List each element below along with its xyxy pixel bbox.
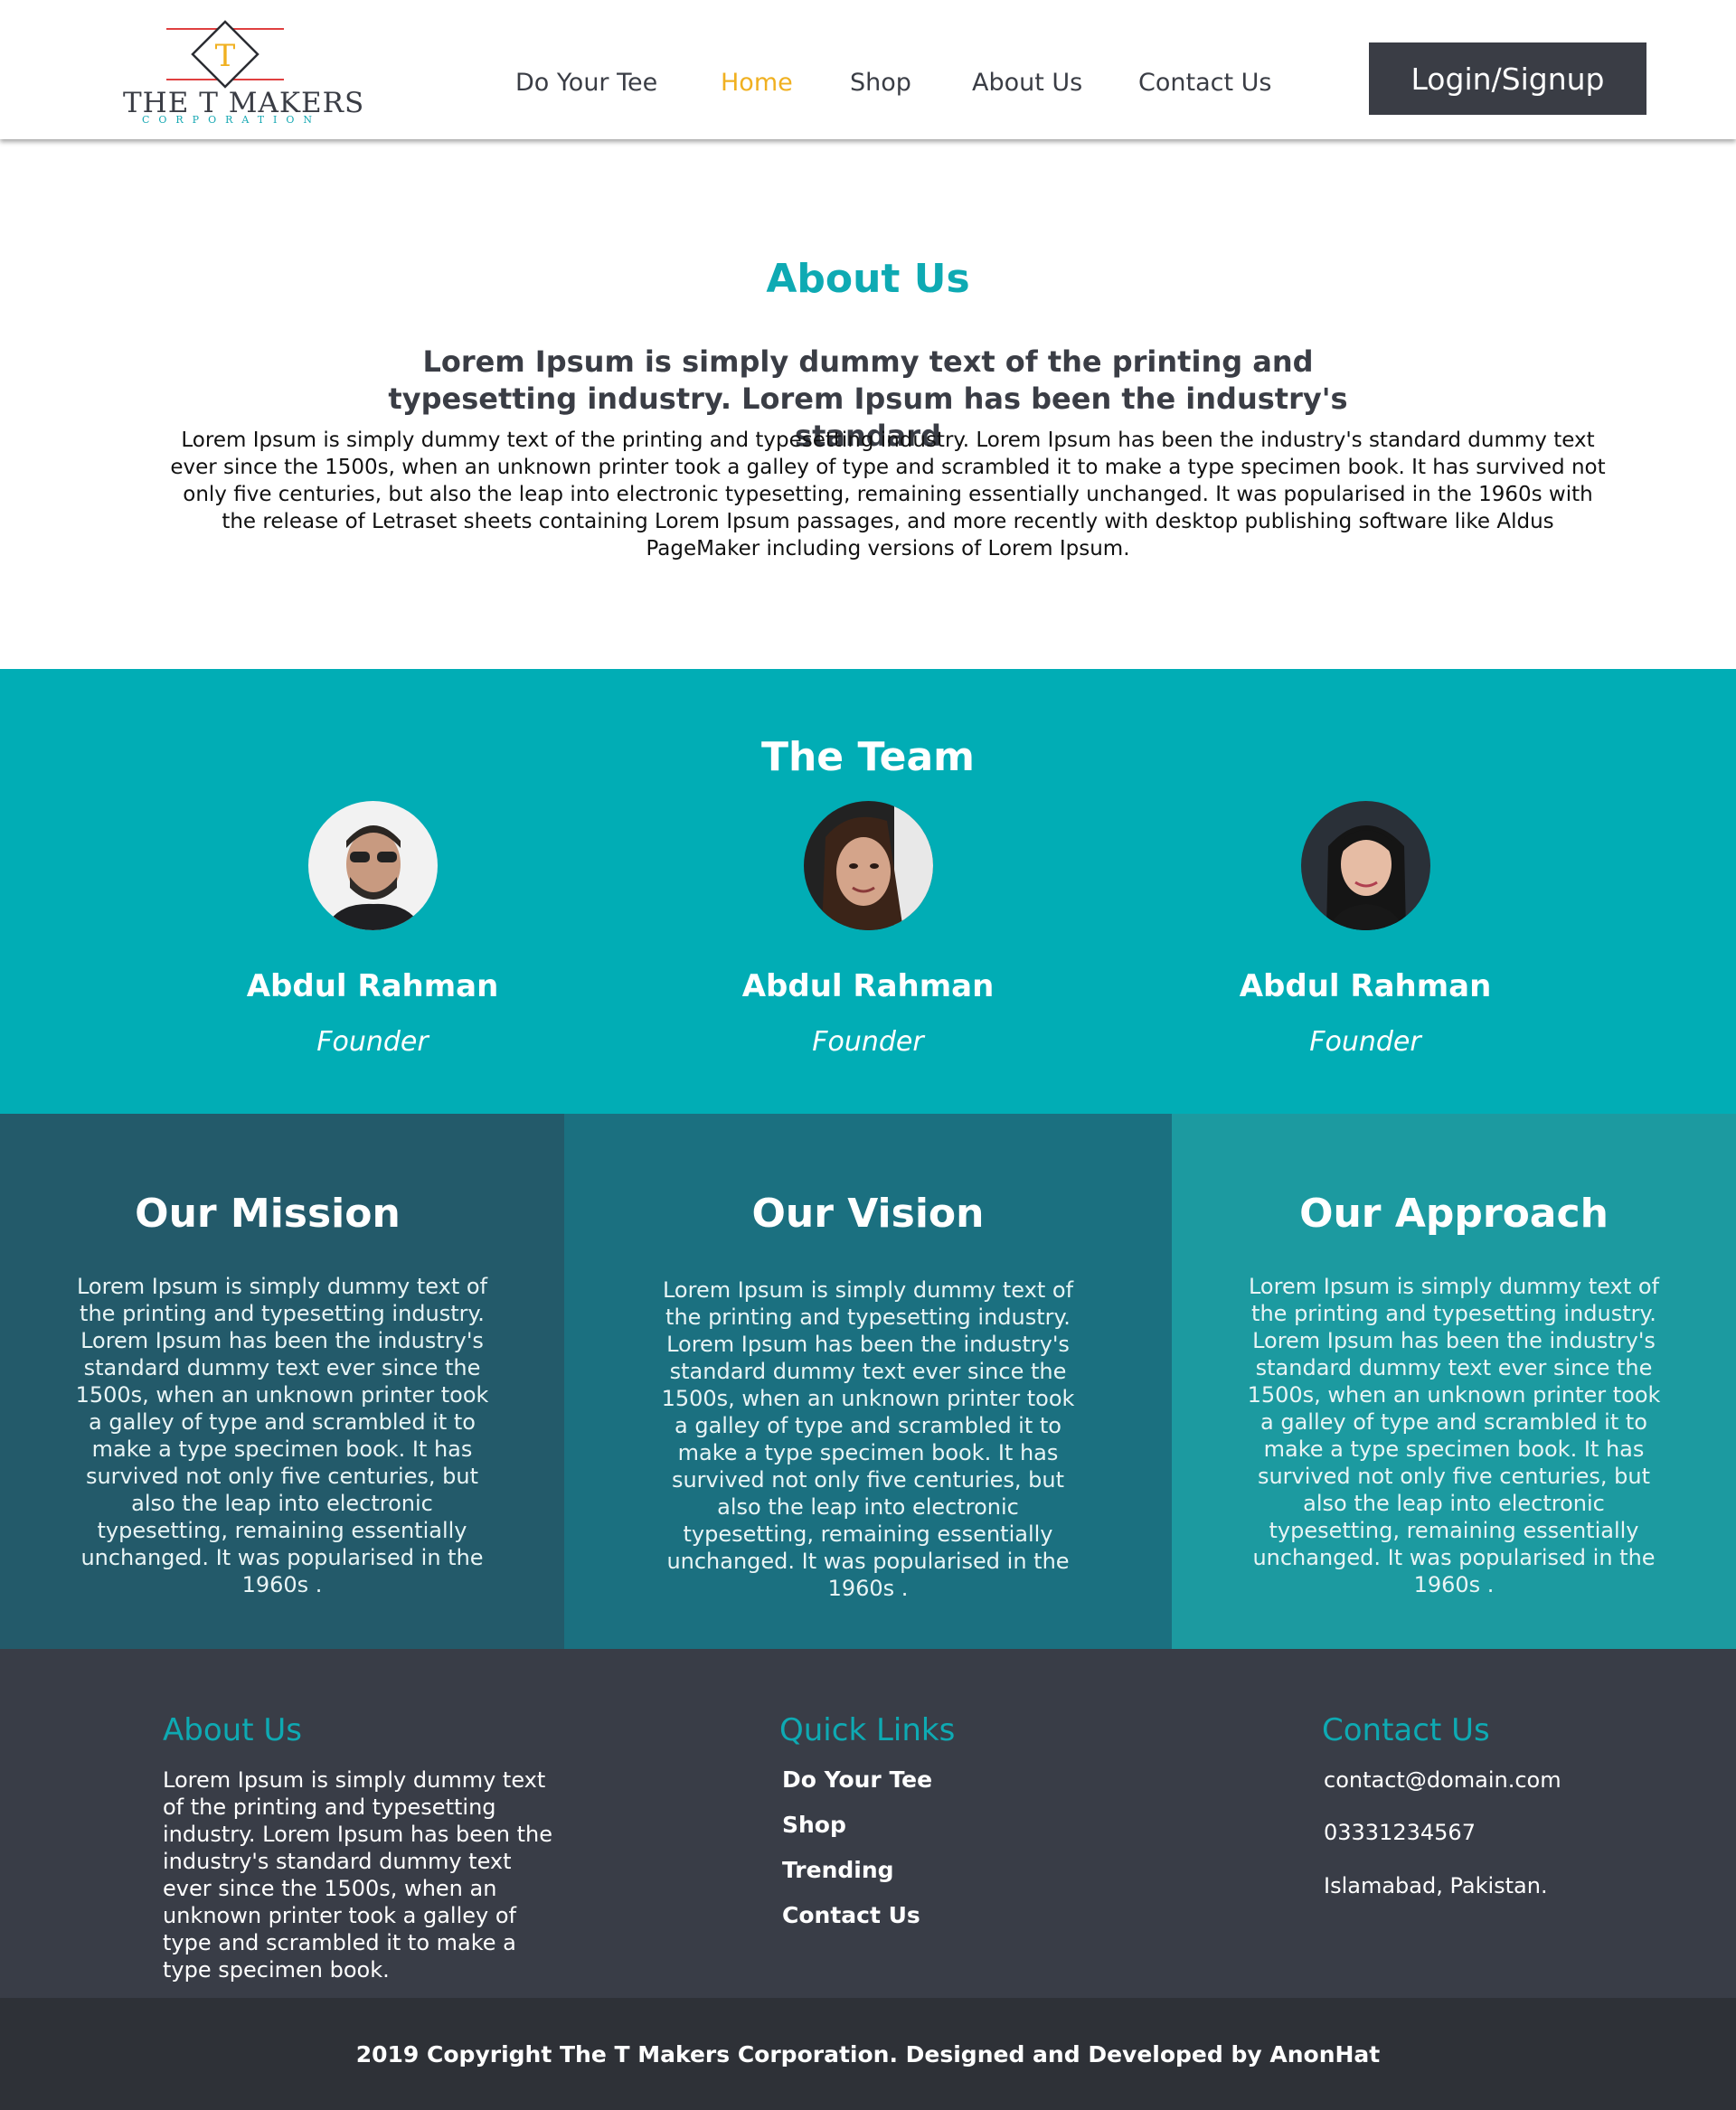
footer-link-trending[interactable]: Trending (782, 1857, 894, 1883)
nav-contact-us[interactable]: Contact Us (1138, 69, 1271, 97)
member-role: Founder (812, 1026, 924, 1058)
logo-letter: T (215, 38, 236, 74)
nav-home[interactable]: Home (721, 69, 793, 97)
footer-contact-phone[interactable]: 03331234567 (1324, 1819, 1476, 1846)
footer-link-do-your-tee[interactable]: Do Your Tee (782, 1766, 932, 1793)
nav-do-your-tee[interactable]: Do Your Tee (515, 69, 657, 97)
copyright-text: 2019 Copyright The T Makers Corporation.… (355, 2040, 1381, 2068)
footer-quick-links-title: Quick Links (779, 1712, 956, 1748)
footer-link-contact-us[interactable]: Contact Us (782, 1902, 920, 1928)
site-header: T THE T MAKERS CORPORATION Do Your Tee H… (0, 0, 1736, 139)
team-section: The Team Abdul Rahman Founder Abdul Rahm… (0, 669, 1736, 1114)
team-member-card: Abdul Rahman Founder (1203, 801, 1528, 1058)
vision-body: Lorem Ipsum is simply dummy text of the … (661, 1277, 1075, 1601)
team-member-card: Abdul Rahman Founder (210, 801, 535, 1058)
about-title: About Us (766, 256, 970, 302)
mission-body: Lorem Ipsum is simply dummy text of the … (75, 1274, 489, 1597)
approach-body: Lorem Ipsum is simply dummy text of the … (1247, 1274, 1661, 1597)
member-name: Abdul Rahman (741, 968, 995, 1004)
footer-about-title: About Us (163, 1712, 302, 1748)
footer-contact-email[interactable]: contact@domain.com (1324, 1766, 1561, 1794)
login-signup-button[interactable]: Login/Signup (1369, 42, 1646, 115)
vision-title: Our Vision (751, 1191, 985, 1237)
nav-about-us[interactable]: About Us (972, 69, 1082, 97)
site-footer: About Us Lorem Ipsum is simply dummy tex… (0, 1649, 1736, 1998)
mission-title: Our Mission (135, 1191, 401, 1237)
footer-about-body: Lorem Ipsum is simply dummy text of the … (163, 1767, 552, 1983)
copyright-bar: 2019 Copyright The T Makers Corporation.… (0, 1998, 1736, 2110)
brand-logo[interactable]: T THE T MAKERS CORPORATION (118, 18, 363, 132)
avatar (307, 801, 438, 930)
member-name: Abdul Rahman (246, 968, 499, 1004)
avatar (803, 801, 933, 930)
avatar (1300, 801, 1430, 930)
member-name: Abdul Rahman (1239, 968, 1492, 1004)
approach-title: Our Approach (1299, 1191, 1609, 1237)
team-title: The Team (760, 734, 976, 780)
brand-subtitle: CORPORATION (141, 114, 322, 126)
member-role: Founder (316, 1026, 429, 1058)
member-role: Founder (1309, 1026, 1421, 1058)
logo-diamond-icon: T (166, 20, 284, 89)
footer-contact-address: Islamabad, Pakistan. (1324, 1873, 1548, 1898)
footer-contact-title: Contact Us (1322, 1712, 1490, 1748)
mission-panel: Our Mission Lorem Ipsum is simply dummy … (0, 1114, 564, 1649)
vision-panel: Our Vision Lorem Ipsum is simply dummy t… (564, 1114, 1172, 1649)
approach-panel: Our Approach Lorem Ipsum is simply dummy… (1172, 1114, 1736, 1649)
team-member-card: Abdul Rahman Founder (705, 801, 1031, 1058)
footer-link-shop[interactable]: Shop (782, 1812, 846, 1838)
about-body: Lorem Ipsum is simply dummy text of the … (170, 429, 1606, 560)
nav-shop[interactable]: Shop (850, 69, 911, 97)
